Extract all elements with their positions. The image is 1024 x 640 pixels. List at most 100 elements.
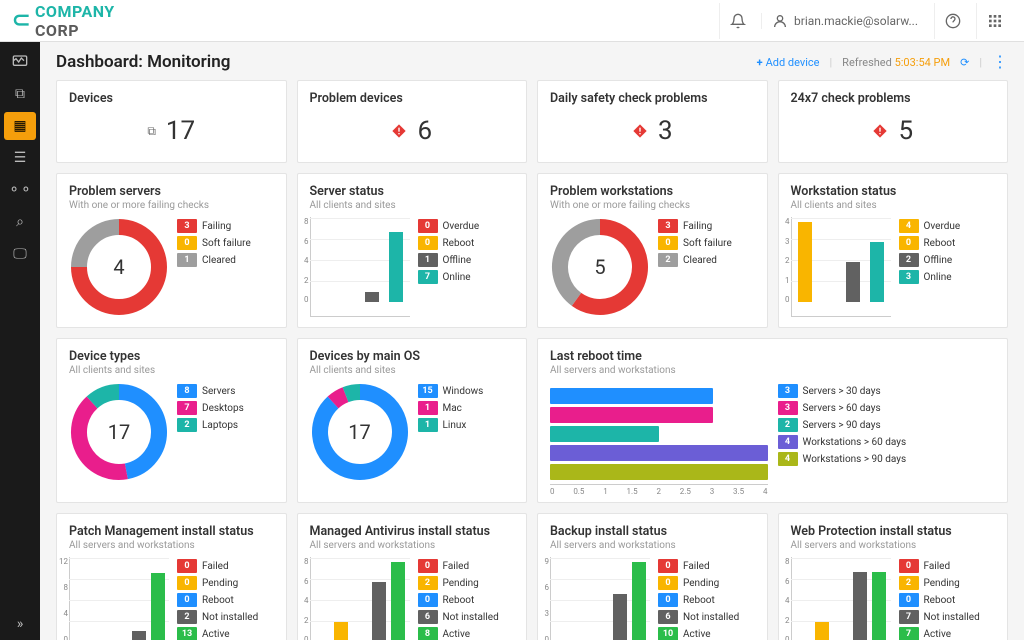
card-server_status[interactable]: Server statusAll clients and sites024680… (297, 173, 528, 328)
legend-item: 7Desktops (177, 401, 274, 415)
sidebar: ⧉ ▦ ☰ ⚬⚬ ⌕ 🖵 » (0, 42, 40, 640)
legend-item: 0Failed (177, 559, 274, 573)
kpi-card[interactable]: Problem devices6 (297, 80, 528, 163)
kpi-card[interactable]: Daily safety check problems3 (537, 80, 768, 163)
legend-item: 0Pending (177, 576, 274, 590)
legend: 3Failing 0Soft failure 2Cleared (658, 219, 755, 267)
refreshed-label: Refreshed 5:03:54 PM (842, 56, 950, 69)
card-device_types[interactable]: Device typesAll clients and sites178Serv… (56, 338, 287, 503)
legend-item: 2Laptops (177, 418, 274, 432)
legend-item: 8Servers (177, 384, 274, 398)
apps-button[interactable] (976, 3, 1012, 39)
more-menu[interactable]: ⋮ (992, 54, 1008, 70)
legend-item: 7Online (418, 270, 515, 284)
sidebar-item-tabs[interactable]: ⧉ (4, 80, 36, 108)
bar-chart: 04812 (69, 557, 169, 640)
legend-item: 0Failed (658, 559, 755, 573)
sidebar-item-display[interactable]: 🖵 (4, 240, 36, 268)
legend-item: 4Overdue (899, 219, 996, 233)
bar-chart: 0369 (550, 557, 650, 640)
legend-item: 15Windows (418, 384, 515, 398)
legend: 3Servers > 30 days 3Servers > 60 days 2Ser… (778, 384, 996, 492)
sidebar-item-nodes[interactable]: ⚬⚬ (4, 176, 36, 204)
legend-item: 3Failing (177, 219, 274, 233)
help-button[interactable] (934, 3, 970, 39)
legend-item: 0Soft failure (658, 236, 755, 250)
bar-chart: 02468 (310, 217, 410, 317)
page-title: Dashboard: Monitoring (56, 52, 230, 72)
device-icon: ⧉ (147, 124, 156, 139)
legend: 15Windows1Mac1Linux (418, 384, 515, 432)
bar-chart: 02468 (791, 557, 891, 640)
legend-item: 0Reboot (899, 593, 996, 607)
card-antivirus[interactable]: Managed Antivirus install statusAll serv… (297, 513, 528, 640)
legend-item: 6Not installed (658, 610, 755, 624)
user-label: brian.mackie@solarw... (794, 14, 918, 28)
brand-text-1: COMPANY (35, 2, 115, 21)
legend-item: 4Workstations > 60 days (778, 435, 996, 449)
legend-item: 0Reboot (177, 593, 274, 607)
sidebar-item-search[interactable]: ⌕ (4, 208, 36, 236)
legend: 3Failing 0Soft failure 1Cleared (177, 219, 274, 267)
legend-item: 3Servers > 60 days (778, 401, 996, 415)
legend-item: 0Failed (418, 559, 515, 573)
legend-item: 2Pending (418, 576, 515, 590)
legend-item: 1Offline (418, 253, 515, 267)
donut-chart: 17 (310, 382, 410, 482)
brand-text-2: CORP (35, 21, 79, 40)
legend-item: 13Active (177, 627, 274, 640)
bar-chart: 01234 (791, 217, 891, 317)
legend: 0Failed2Pending0Reboot7Not installed7Act… (899, 559, 996, 640)
card-backup[interactable]: Backup install statusAll servers and wor… (537, 513, 768, 640)
sidebar-item-filter[interactable]: ☰ (4, 144, 36, 172)
card-problem_servers[interactable]: Problem serversWith one or more failing … (56, 173, 287, 328)
kpi-card[interactable]: Devices⧉17 (56, 80, 287, 163)
brand-logo: ⊂ COMPANYCORP (12, 2, 115, 40)
kpi-card[interactable]: 24x7 check problems5 (778, 80, 1009, 163)
legend-item: 8Active (418, 627, 515, 640)
donut-chart: 17 (69, 382, 169, 482)
card-last-reboot[interactable]: Last reboot timeAll servers and workstat… (537, 338, 1008, 503)
legend-item: 1Linux (418, 418, 515, 432)
card-workstation_status[interactable]: Workstation statusAll clients and sites0… (778, 173, 1009, 328)
legend-item: 10Active (658, 627, 755, 640)
card-webprot[interactable]: Web Protection install statusAll servers… (778, 513, 1009, 640)
topbar: ⊂ COMPANYCORP brian.mackie@solarw... (0, 0, 1024, 42)
card-problem_workstations[interactable]: Problem workstationsWith one or more fai… (537, 173, 768, 328)
legend-item: 1Cleared (177, 253, 274, 267)
legend-item: 2Offline (899, 253, 996, 267)
sidebar-expand[interactable]: » (4, 610, 36, 638)
add-device-link[interactable]: +Add device (757, 56, 820, 69)
card-devices_os[interactable]: Devices by main OSAll clients and sites1… (297, 338, 528, 503)
sidebar-item-dashboard[interactable]: ▦ (4, 112, 36, 140)
legend: 0Failed 2Pending 0Reboot 6Not installed 8Act… (418, 559, 515, 640)
legend-item: 2Not installed (177, 610, 274, 624)
legend-item: 2Servers > 90 days (778, 418, 996, 432)
donut-chart: 5 (550, 217, 650, 317)
donut-chart: 4 (69, 217, 169, 317)
legend-item: 0Reboot (418, 236, 515, 250)
legend: 0Failed0Pending0Reboot6Not installed10Ac… (658, 559, 755, 640)
brand-mark: ⊂ (12, 8, 31, 33)
legend-item: 7Active (899, 627, 996, 640)
legend-item: 0Soft failure (177, 236, 274, 250)
notifications-button[interactable] (719, 3, 755, 39)
card-patch[interactable]: Patch Management install statusAll serve… (56, 513, 287, 640)
hbar-chart: 00.511.522.533.54 (550, 382, 768, 492)
legend-item: 7Not installed (899, 610, 996, 624)
legend-item: 0Overdue (418, 219, 515, 233)
legend-item: 3Failing (658, 219, 755, 233)
legend-item: 3Servers > 30 days (778, 384, 996, 398)
user-menu[interactable]: brian.mackie@solarw... (761, 13, 928, 29)
legend: 0Failed 0Pending 0Reboot 2Not installed 13Ac… (177, 559, 274, 640)
legend-item: 2Cleared (658, 253, 755, 267)
legend-item: 3Online (899, 270, 996, 284)
legend-item: 6Not installed (418, 610, 515, 624)
legend-item: 0Failed (899, 559, 996, 573)
legend-item: 0Reboot (418, 593, 515, 607)
refresh-button[interactable]: ⟳ (960, 56, 969, 69)
legend-item: 0Reboot (658, 593, 755, 607)
sidebar-item-monitor[interactable] (4, 48, 36, 76)
legend: 4Overdue0Reboot2Offline3Online (899, 219, 996, 284)
legend: 8Servers 7Desktops 2Laptops (177, 384, 274, 432)
